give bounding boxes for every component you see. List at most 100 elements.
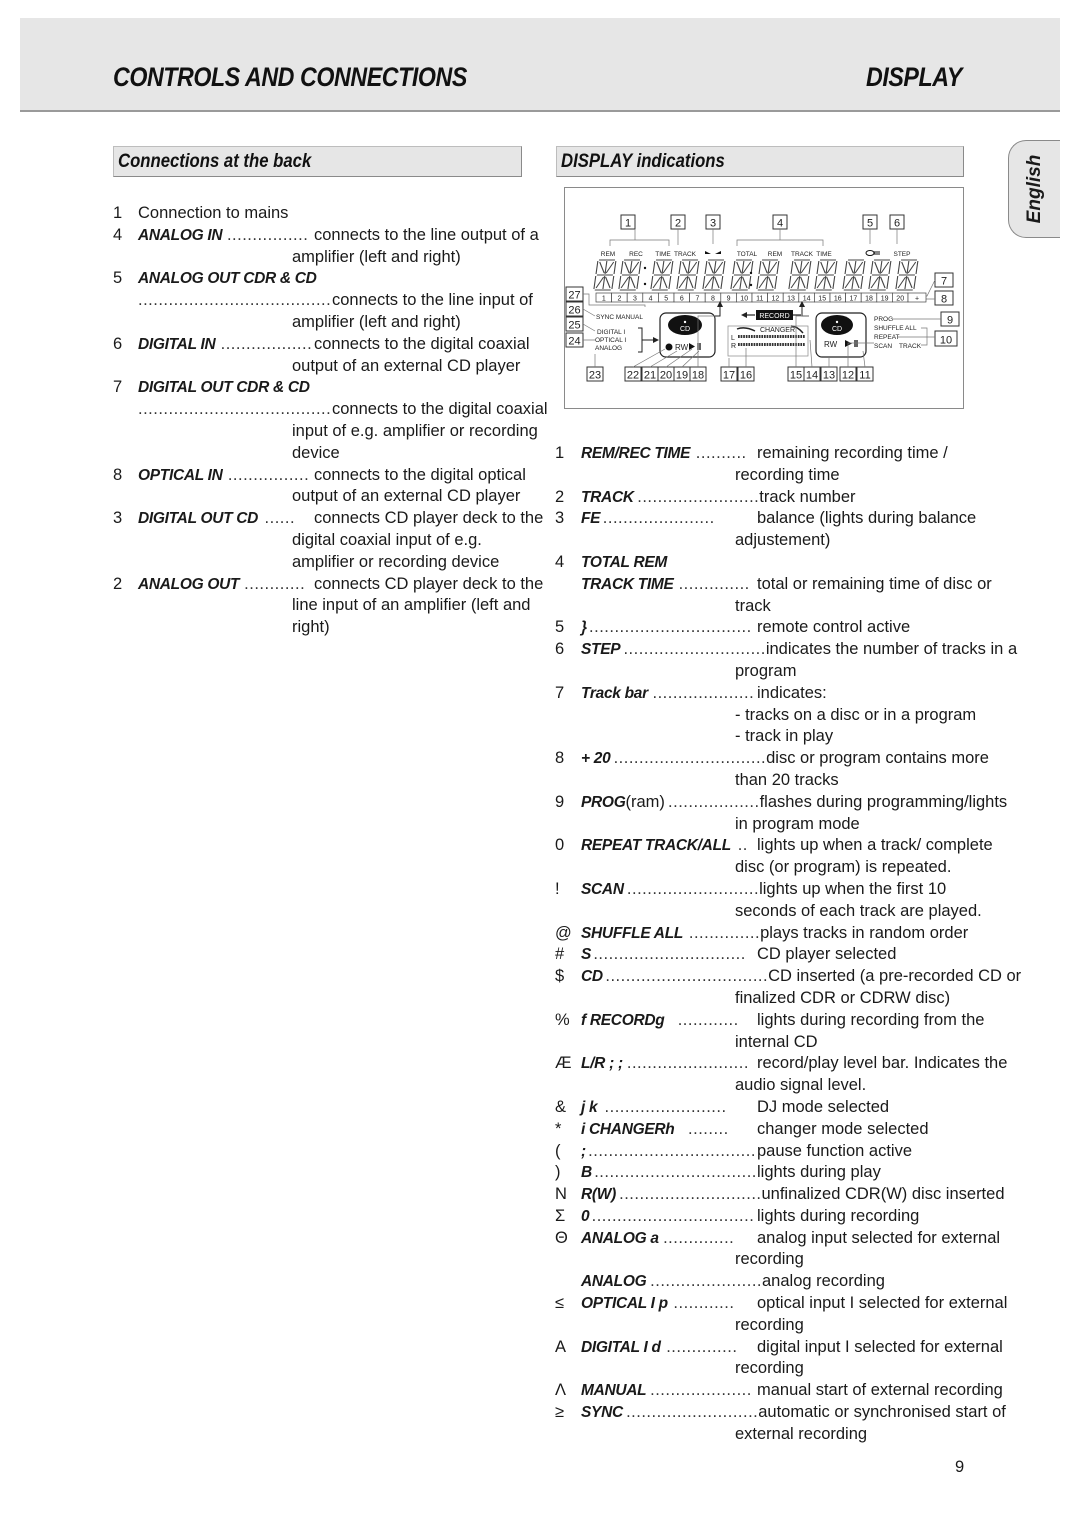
item-description: disc or program contains more [766, 749, 989, 768]
item-term: ANALOG IN [138, 225, 223, 247]
shuffle-label: SHUFFLE [874, 325, 904, 332]
segment-strokes [842, 259, 866, 291]
callout-9: 9 [947, 315, 953, 327]
leader-dots: ................................ [591, 1206, 755, 1225]
list-item: 8 OPTICAL IN................ connects to t… [113, 465, 563, 509]
item-term-text: FE [581, 510, 601, 528]
item-number: 4 [555, 552, 565, 571]
language-tab-label: English [1023, 154, 1045, 224]
segment-digit [814, 259, 838, 291]
item-term-text: + 20 [581, 750, 611, 768]
level-bar-segment [745, 343, 748, 346]
level-bar-segment [771, 335, 774, 338]
item-term-suffix: (ram) [625, 792, 665, 811]
segment-strokes [650, 259, 674, 291]
level-bar-segment [740, 343, 743, 346]
item-description: seconds of each track are played. [735, 900, 982, 923]
leader-dots: .............................. [593, 945, 746, 964]
segment-strokes [730, 259, 754, 291]
level-bar-segment [784, 335, 787, 338]
leader-dots: ...................................... [138, 291, 332, 310]
cd-hole-icon [835, 320, 839, 324]
list-item: % f RECORDg............ lights during reco… [555, 1010, 1065, 1054]
item-number: 7 [555, 683, 565, 702]
list-item: 7 Track bar.................... indicates:… [555, 683, 1065, 749]
item-number: 1 [555, 444, 565, 462]
callout-8: 8 [941, 294, 947, 306]
list-item: ) B................................ lights… [555, 1162, 1065, 1184]
item-term: ; [581, 1141, 586, 1163]
leader-dots: ............................ [623, 640, 766, 659]
leader-dots: ............ [244, 574, 306, 593]
item-number: # [555, 945, 565, 964]
leader-dots: .. [737, 836, 748, 855]
list-item: @ SHUFFLE ALL.............. plays tracks i… [555, 923, 1065, 945]
language-tab[interactable]: English [1008, 140, 1060, 238]
item-term-text: } [581, 619, 587, 637]
item-description: connects to the line output of a [314, 225, 539, 244]
level-bar-segment [790, 335, 792, 338]
segment-digit [895, 259, 919, 291]
list-item: 2 TRACK........................ track numb… [555, 487, 1065, 509]
item-number: 5 [113, 269, 123, 288]
list-item: 6 DIGITAL IN.................. connects to… [113, 334, 563, 378]
section-heading-text: Connections at the back [118, 151, 312, 172]
item-term: i CHANGERh [581, 1119, 675, 1141]
record-label: RECORD [759, 313, 789, 320]
level-bar-segment [756, 335, 758, 338]
remote-icon [865, 250, 875, 256]
list-item: & j k........................ DJ mode sele… [555, 1097, 1065, 1119]
leader-dots: .................... [652, 683, 755, 702]
callout-14: 14 [806, 370, 818, 382]
item-description: indicates: [757, 683, 827, 702]
callout-23: 23 [589, 370, 601, 382]
item-number: 6 [555, 640, 565, 659]
item-description: track number [759, 487, 856, 506]
indicator-label: REM [768, 251, 782, 258]
item-number: * [555, 1119, 562, 1138]
callout-2: 2 [675, 218, 681, 230]
level-bar-segment [774, 335, 777, 338]
item-term-text: L/R ; ; [581, 1055, 623, 1073]
item-description: digital coaxial input of e.g. [292, 529, 482, 552]
sync-manual-label: SYNC MANUAL [596, 314, 643, 321]
record-dot-icon [665, 343, 673, 351]
list-item: Æ L/R ; ;........................ record/p… [555, 1053, 1065, 1097]
item-description: CD player selected [757, 945, 897, 964]
item-number: 1 [113, 204, 123, 222]
track-label: TRACK [899, 343, 922, 350]
level-bar-segment [787, 343, 790, 346]
item-number: 2 [555, 487, 565, 506]
leader-dots: ...................... [602, 509, 715, 528]
item-term: ANALOG [581, 1271, 647, 1293]
leader-dots: ................................. [588, 1141, 756, 1160]
track-bar-number: 13 [787, 296, 795, 303]
list-item: Λ MANUAL.................... manual start … [555, 1380, 1065, 1402]
item-term: CD [581, 966, 603, 988]
item-number: ) [555, 1163, 561, 1182]
segment-strokes [788, 259, 812, 291]
item-term-text: DIGITAL IN [138, 335, 216, 353]
list-item: 6 STEP............................ indicat… [555, 639, 1065, 683]
segment-digit [842, 259, 866, 291]
item-term-text: R(W) [581, 1186, 616, 1204]
input-arrow-icon [653, 337, 659, 343]
item-number: 9 [555, 792, 565, 811]
segment-strokes [676, 259, 700, 291]
indicator-label: REM [601, 251, 615, 258]
indicator-label: TOTAL [737, 251, 758, 258]
item-description: - tracks on a disc or in a program [735, 704, 977, 727]
item-description: - track in play [735, 726, 834, 749]
item-description: optical input I selected for external [757, 1294, 1008, 1313]
item-description: manual start of external recording [757, 1381, 1003, 1400]
item-number: Σ [555, 1206, 566, 1225]
item-term-text: DIGITAL I d [581, 1338, 661, 1356]
list-item: 4 TOTAL REM [555, 552, 1065, 574]
record-arrow-left [715, 306, 721, 317]
item-description: device [292, 442, 340, 465]
item-term-text: STEP [581, 641, 621, 659]
callout-19: 19 [676, 370, 688, 382]
segment-strokes [814, 259, 838, 291]
list-item: 3 FE...................... balance (lights… [555, 508, 1065, 552]
list-item: ≤ OPTICAL I p............ optical input I … [555, 1293, 1065, 1337]
